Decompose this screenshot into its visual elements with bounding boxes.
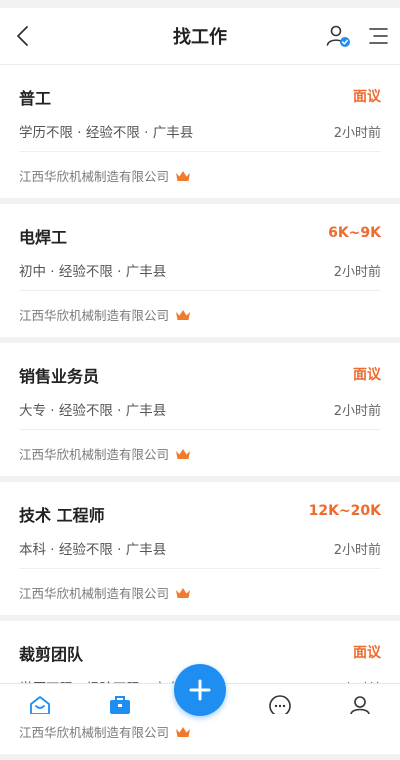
profile-icon[interactable] bbox=[348, 694, 372, 715]
briefcase-icon[interactable] bbox=[108, 694, 132, 714]
company-row: 江西华欣机械制造有限公司 bbox=[19, 722, 191, 741]
job-title: 普工 bbox=[19, 89, 52, 108]
job-title: 裁剪团队 bbox=[19, 645, 84, 664]
crown-icon bbox=[175, 309, 191, 321]
company-name: 江西华欣机械制造有限公司 bbox=[19, 725, 170, 740]
post-time: 2小时前 bbox=[333, 404, 381, 419]
user-verified-icon[interactable] bbox=[324, 22, 352, 50]
card-divider bbox=[19, 429, 381, 430]
crown-icon bbox=[175, 170, 191, 182]
company-row: 江西华欣机械制造有限公司 bbox=[19, 305, 191, 324]
job-title: 电焊工 bbox=[19, 228, 68, 247]
filter-menu-icon[interactable] bbox=[364, 22, 392, 50]
crown-icon bbox=[175, 448, 191, 460]
home-icon[interactable] bbox=[28, 694, 52, 715]
job-requirements: 学历不限 · 经验不限 · 广丰县 bbox=[19, 125, 194, 141]
crown-icon bbox=[175, 587, 191, 599]
job-title: 销售业务员 bbox=[19, 367, 100, 386]
job-salary: 面议 bbox=[353, 367, 381, 383]
company-row: 江西华欣机械制造有限公司 bbox=[19, 583, 191, 602]
job-requirements: 大专 · 经验不限 · 广丰县 bbox=[19, 403, 167, 419]
message-icon[interactable] bbox=[268, 694, 292, 717]
job-title: 技术 工程师 bbox=[19, 506, 105, 525]
company-name: 江西华欣机械制造有限公司 bbox=[19, 586, 170, 601]
job-card[interactable]: 销售业务员 面议 大专 · 经验不限 · 广丰县 2小时前 江西华欣机械制造有限… bbox=[0, 343, 400, 476]
status-strip bbox=[0, 0, 400, 8]
back-icon[interactable] bbox=[10, 22, 38, 50]
job-salary: 6K~9K bbox=[328, 225, 381, 241]
job-salary: 面议 bbox=[353, 89, 381, 105]
card-divider bbox=[19, 151, 381, 152]
job-salary: 12K~20K bbox=[308, 503, 381, 519]
navigation-bar: 找工作 bbox=[0, 8, 400, 65]
post-time: 2小时前 bbox=[333, 126, 381, 141]
post-time: 2小时前 bbox=[333, 265, 381, 280]
job-requirements: 本科 · 经验不限 · 广丰县 bbox=[19, 542, 167, 558]
crown-icon bbox=[175, 726, 191, 738]
post-time: 2小时前 bbox=[333, 543, 381, 558]
card-divider bbox=[19, 568, 381, 569]
job-card[interactable]: 电焊工 6K~9K 初中 · 经验不限 · 广丰县 2小时前 江西华欣机械制造有… bbox=[0, 204, 400, 337]
job-list: 普工 面议 学历不限 · 经验不限 · 广丰县 2小时前 江西华欣机械制造有限公… bbox=[0, 65, 400, 760]
add-icon[interactable] bbox=[174, 664, 226, 716]
job-requirements: 初中 · 经验不限 · 广丰县 bbox=[19, 264, 167, 280]
job-salary: 面议 bbox=[353, 645, 381, 661]
job-card[interactable]: 普工 面议 学历不限 · 经验不限 · 广丰县 2小时前 江西华欣机械制造有限公… bbox=[0, 65, 400, 198]
job-card[interactable]: 技术 工程师 12K~20K 本科 · 经验不限 · 广丰县 2小时前 江西华欣… bbox=[0, 482, 400, 615]
company-row: 江西华欣机械制造有限公司 bbox=[19, 166, 191, 185]
company-name: 江西华欣机械制造有限公司 bbox=[19, 447, 170, 462]
company-row: 江西华欣机械制造有限公司 bbox=[19, 444, 191, 463]
company-name: 江西华欣机械制造有限公司 bbox=[19, 308, 170, 323]
company-name: 江西华欣机械制造有限公司 bbox=[19, 169, 170, 184]
card-divider bbox=[19, 290, 381, 291]
